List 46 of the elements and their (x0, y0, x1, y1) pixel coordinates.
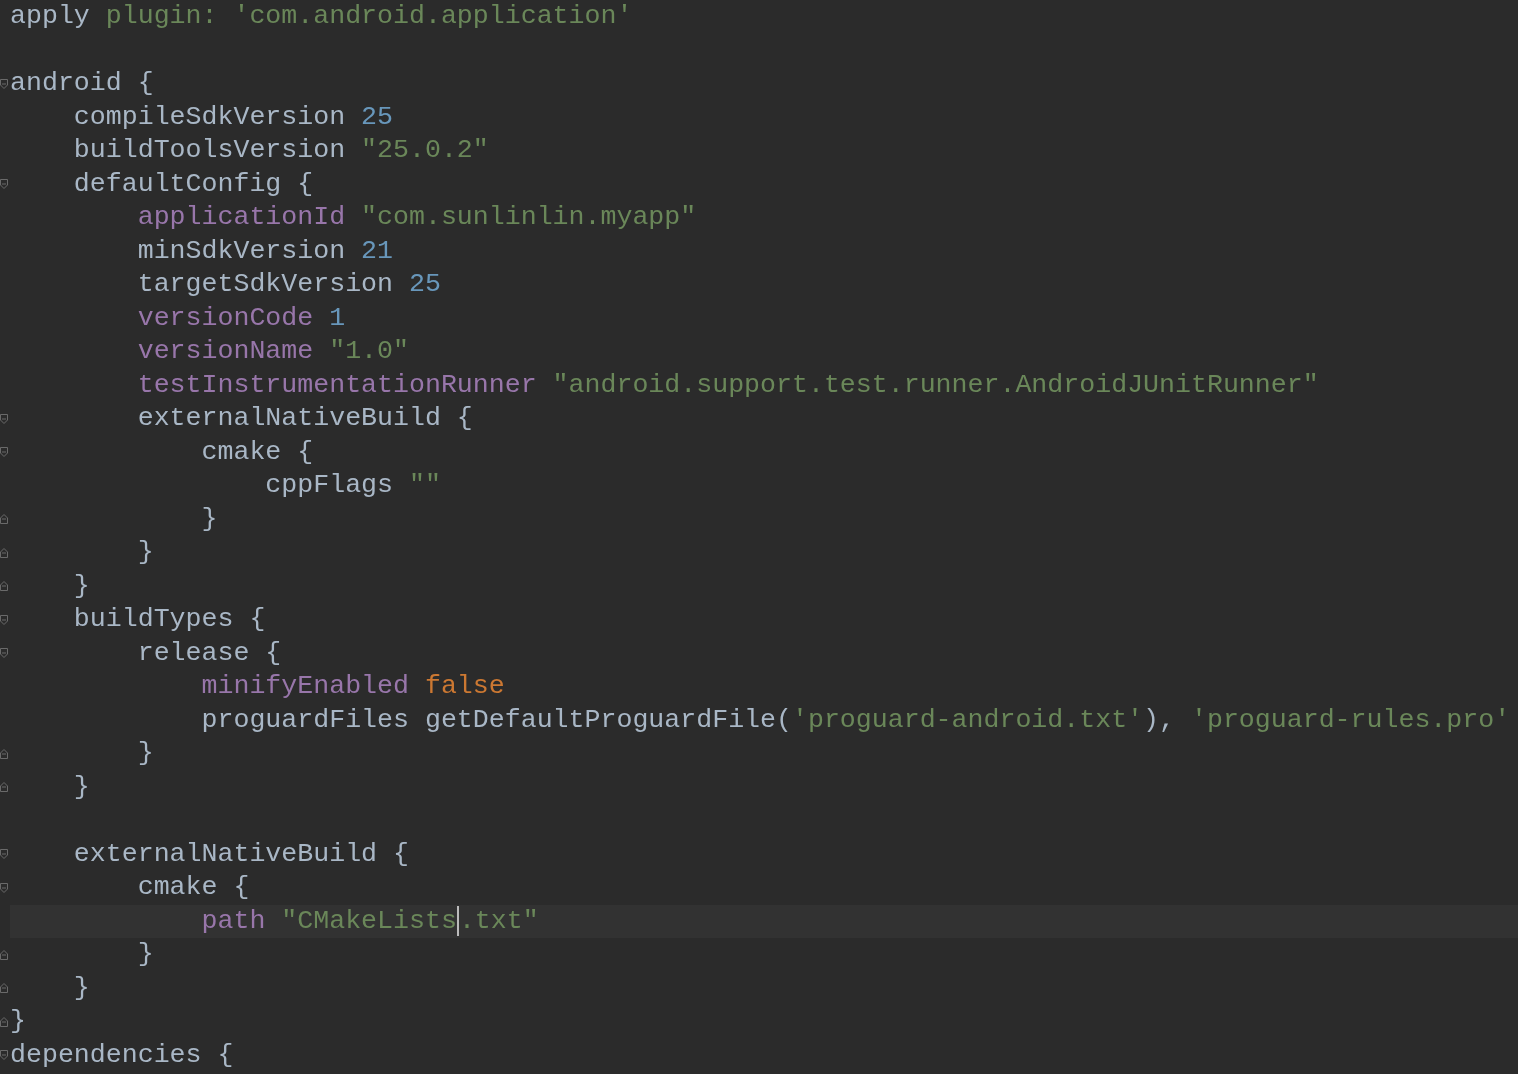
code-line: defaultConfig { (72, 167, 314, 201)
code-line: cppFlags "" (264, 469, 441, 502)
fold-marker-icon[interactable] (0, 983, 8, 994)
code-line: dependencies { (10, 1038, 234, 1072)
fold-marker-icon[interactable] (0, 447, 8, 458)
code-line: } (136, 938, 154, 971)
code-line: minSdkVersion 21 (136, 234, 394, 268)
fold-marker-icon[interactable] (0, 882, 8, 893)
code-line: applicationId "com.sunlinlin.myapp" (136, 201, 697, 234)
code-line: versionCode 1 (136, 301, 346, 335)
fold-marker-icon[interactable] (0, 648, 8, 659)
fold-marker-icon[interactable] (0, 748, 8, 759)
code-line: externalNativeBuild { (136, 402, 473, 435)
code-line: } (72, 971, 90, 1005)
code-line: } (72, 770, 90, 804)
fold-marker-icon[interactable] (0, 949, 8, 960)
fold-marker-icon[interactable] (0, 78, 8, 89)
code-line: compileSdkVersion 25 (72, 100, 394, 134)
fold-marker-icon[interactable] (0, 413, 8, 424)
fold-marker-icon[interactable] (0, 1050, 8, 1061)
code-line: } (200, 502, 218, 536)
code-line: versionName "1.0" (136, 335, 409, 368)
code-line: android { (10, 67, 154, 100)
code-line: buildToolsVersion "25.0.2" (72, 134, 489, 167)
code-line: cmake { (200, 435, 314, 469)
fold-marker-icon[interactable] (0, 179, 8, 190)
code-line: minifyEnabled false (200, 670, 505, 703)
code-line: } (136, 536, 154, 569)
fold-marker-icon[interactable] (0, 1016, 8, 1027)
code-line: testInstrumentationRunner "android.support.test.runner.AndroidJUnitRunner" (136, 368, 1319, 402)
code-line: buildTypes { (72, 603, 266, 636)
code-line: proguardFiles getDefaultProguardFile('proguard-android.txt'), 'proguard-rules.pro' (200, 703, 1511, 737)
code-line: release { (136, 636, 282, 670)
code-line: } (10, 1005, 26, 1038)
code-line: cmake { (136, 871, 250, 904)
code-line: targetSdkVersion 25 (136, 268, 441, 301)
code-line: apply plugin: 'com.android.application' (10, 0, 633, 33)
fold-marker-icon[interactable] (0, 514, 8, 525)
fold-marker-icon[interactable] (0, 614, 8, 625)
fold-marker-icon[interactable] (0, 547, 8, 558)
fold-marker-icon[interactable] (0, 849, 8, 860)
code-line: } (136, 737, 154, 770)
code-line: externalNativeBuild { (72, 837, 409, 871)
fold-marker-icon[interactable] (0, 581, 8, 592)
fold-marker-icon[interactable] (0, 782, 8, 793)
code-line: } (72, 569, 90, 603)
